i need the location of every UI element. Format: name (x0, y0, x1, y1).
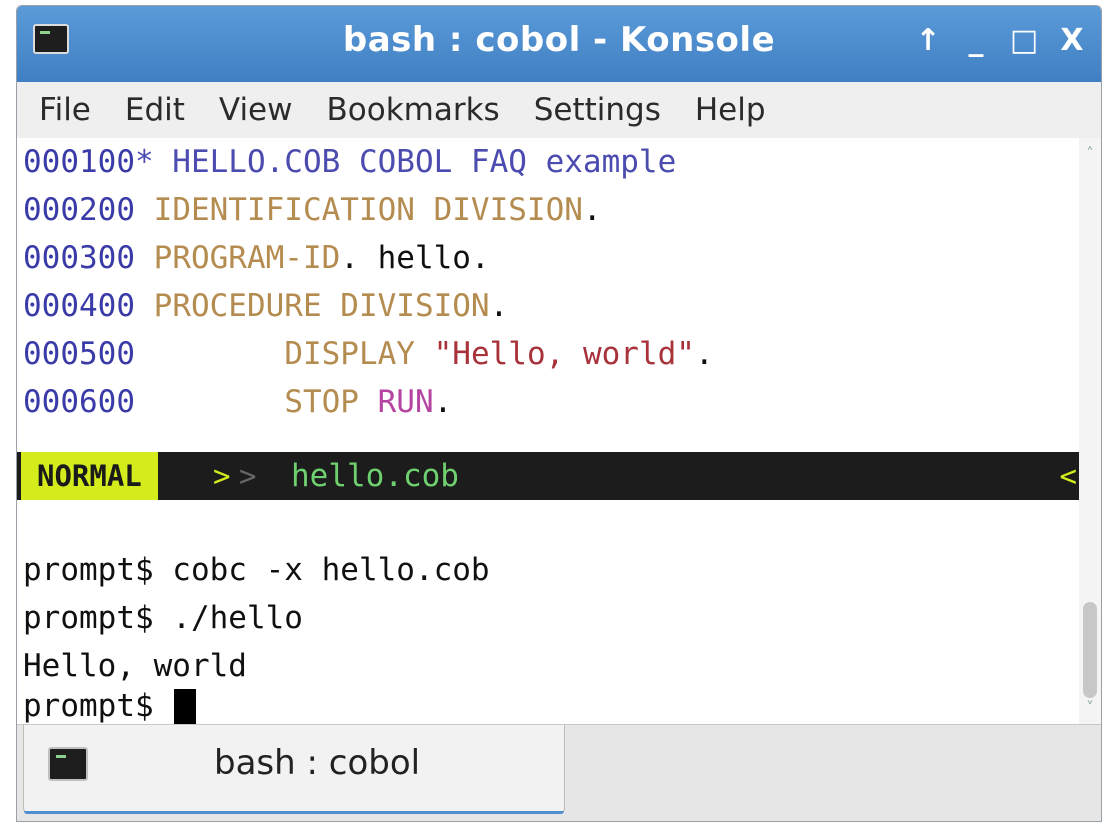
code-line-2: 000200 IDENTIFICATION DIVISION. (23, 186, 602, 234)
scrollbar-thumb[interactable] (1083, 602, 1097, 698)
vertical-scrollbar[interactable]: ˄ ˅ (1079, 138, 1101, 724)
line-number: 000300 (23, 240, 135, 276)
terminal-icon (48, 747, 88, 781)
keyword: DISPLAY (284, 336, 415, 372)
text-cursor (174, 688, 197, 724)
prompt: prompt$ (23, 688, 173, 724)
string-literal: "Hello, world" (433, 336, 695, 372)
menu-help[interactable]: Help (695, 92, 766, 128)
line-number: 000200 (23, 192, 135, 228)
menu-bar: File Edit View Bookmarks Settings Help (17, 82, 1101, 138)
code-line-4: 000400 PROCEDURE DIVISION. (23, 282, 508, 330)
scroll-up-arrow-icon[interactable]: ˄ (1079, 144, 1101, 164)
mode-indicator: NORMAL (21, 452, 158, 500)
minimize-button[interactable]: _ (961, 22, 991, 58)
tab-bar: bash : cobol (17, 724, 1101, 821)
window-controls: ↑ _ □ X (913, 22, 1087, 58)
terminal-area[interactable]: 000100* HELLO.COB COBOL FAQ example 0002… (17, 138, 1079, 724)
title-bar[interactable]: bash : cobol - Konsole ↑ _ □ X (17, 6, 1101, 82)
code-line-5: 000500 DISPLAY "Hello, world". (23, 330, 714, 378)
code-text: . (582, 192, 602, 228)
separator-arrow: > (239, 459, 257, 493)
vim-statusline: NORMAL > > hello.cob < (17, 452, 1079, 500)
shell-line-2: prompt$ ./hello (23, 600, 303, 636)
keyword-run: RUN (377, 384, 434, 420)
tab-label: bash : cobol (214, 743, 421, 783)
code-line-1: 000100* HELLO.COB COBOL FAQ example (23, 138, 676, 186)
menu-view[interactable]: View (219, 92, 293, 128)
keyword: PROCEDURE DIVISION (153, 288, 490, 324)
keyword: STOP (284, 384, 359, 420)
tab-bash-cobol[interactable]: bash : cobol (23, 725, 565, 814)
code-text: . (433, 384, 453, 420)
keep-above-button[interactable]: ↑ (913, 22, 943, 58)
konsole-window: bash : cobol - Konsole ↑ _ □ X File Edit… (16, 5, 1102, 822)
code-line-3: 000300 PROGRAM-ID. hello. (23, 234, 490, 282)
file-name: hello.cob (291, 458, 459, 494)
code-text: . hello. (340, 240, 490, 276)
close-button[interactable]: X (1057, 22, 1087, 58)
maximize-button[interactable]: □ (1009, 22, 1039, 58)
line-number: 000600 (23, 384, 135, 420)
keyword: IDENTIFICATION DIVISION (153, 192, 583, 228)
separator-arrow: > (213, 459, 231, 493)
shell-line-4: prompt$ (23, 682, 197, 724)
menu-edit[interactable]: Edit (125, 92, 185, 128)
scroll-down-arrow-icon[interactable]: ˅ (1079, 698, 1101, 718)
menu-file[interactable]: File (39, 92, 91, 128)
shell-line-1: prompt$ cobc -x hello.cob (23, 552, 490, 588)
menu-bookmarks[interactable]: Bookmarks (327, 92, 500, 128)
keyword: PROGRAM-ID (153, 240, 341, 276)
comment-text: * HELLO.COB COBOL FAQ example (134, 144, 677, 180)
code-text: . (694, 336, 714, 372)
code-line-6: 000600 STOP RUN. (23, 378, 452, 426)
line-number: 000400 (23, 288, 135, 324)
separator-arrow-right: < (1059, 459, 1077, 493)
line-number: 000500 (23, 336, 135, 372)
menu-settings[interactable]: Settings (534, 92, 661, 128)
code-text: . (489, 288, 509, 324)
line-number: 000100 (23, 144, 135, 180)
